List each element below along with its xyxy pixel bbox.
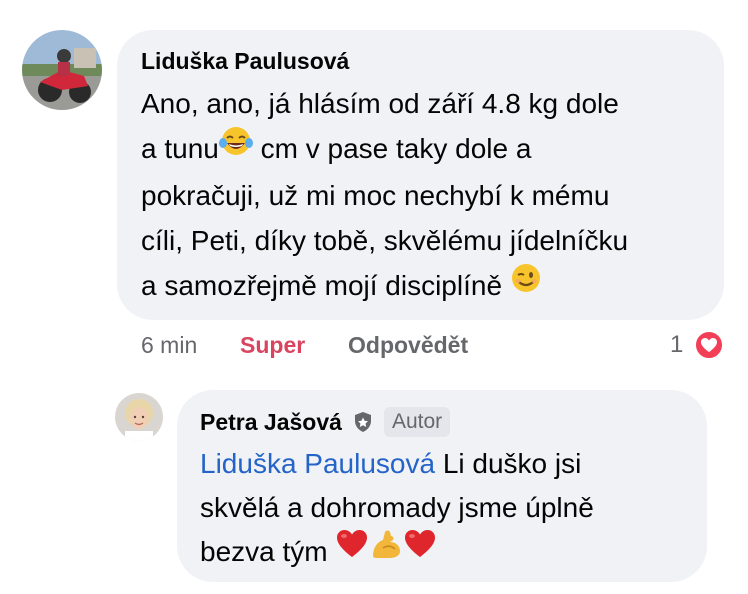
comment-line: a tunu cm v pase taky dole a — [141, 126, 700, 173]
mention-link[interactable]: Liduška Paulusová — [200, 448, 435, 479]
comment-line-part: cm v pase taky dole a — [252, 133, 532, 164]
comment-line: a samozřejmě mojí disciplíně — [141, 263, 700, 310]
comment-thread: Liduška Paulusová Ano, ano, já hlásím od… — [0, 0, 748, 594]
reaction-button[interactable]: Super — [240, 331, 305, 359]
comment-timestamp[interactable]: 6 min — [141, 331, 197, 359]
winking-face-emoji-icon — [510, 262, 542, 307]
comment-text: Ano, ano, já hlásím od září 4.8 kg dole … — [141, 81, 700, 310]
reply-button[interactable]: Odpovědět — [348, 331, 468, 359]
reply-header: Petra Jašová Autor — [200, 406, 683, 438]
reply-bubble: Petra Jašová Autor Liduška Paulusová Li … — [177, 390, 707, 582]
laughing-tears-emoji-icon — [218, 125, 253, 170]
comment-line: Ano, ano, já hlásím od září 4.8 kg dole — [141, 88, 619, 119]
heart-reaction-icon[interactable] — [694, 330, 724, 360]
comment-author[interactable]: Liduška Paulusová — [141, 47, 349, 75]
shield-icon — [352, 411, 374, 433]
flexed-biceps-emoji-icon — [369, 528, 403, 573]
reaction-count[interactable]: 1 — [670, 331, 683, 359]
reply-avatar-photo — [115, 393, 163, 441]
comment-line-part: a tunu — [141, 133, 219, 164]
reply-line: skvělá a dohromady jsme úplně — [200, 492, 594, 523]
reply-avatar[interactable] — [115, 393, 163, 441]
comment-bubble: Liduška Paulusová Ano, ano, já hlásím od… — [117, 30, 724, 320]
reply-line-part: Li duško jsi — [435, 448, 582, 479]
comment-line: cíli, Peti, díky tobě, skvělému jídelníč… — [141, 225, 629, 257]
author-badge: Autor — [383, 407, 451, 437]
reply-line-part: bezva tým — [200, 536, 336, 567]
comment-line: pokračuji, už mi moc nechybí k mému — [141, 180, 610, 212]
avatar-photo — [22, 30, 102, 110]
red-heart-emoji-icon — [335, 528, 369, 573]
reply-text: Liduška Paulusová Li duško jsi skvělá a … — [200, 442, 683, 576]
reply-author[interactable]: Petra Jašová — [200, 408, 342, 436]
avatar[interactable] — [22, 30, 102, 110]
red-heart-emoji-icon — [403, 528, 437, 573]
comment-line-part: a samozřejmě mojí disciplíně — [141, 270, 510, 302]
reply-line: bezva tým — [200, 530, 683, 576]
reply-line: Liduška Paulusová Li duško jsi — [200, 442, 683, 486]
